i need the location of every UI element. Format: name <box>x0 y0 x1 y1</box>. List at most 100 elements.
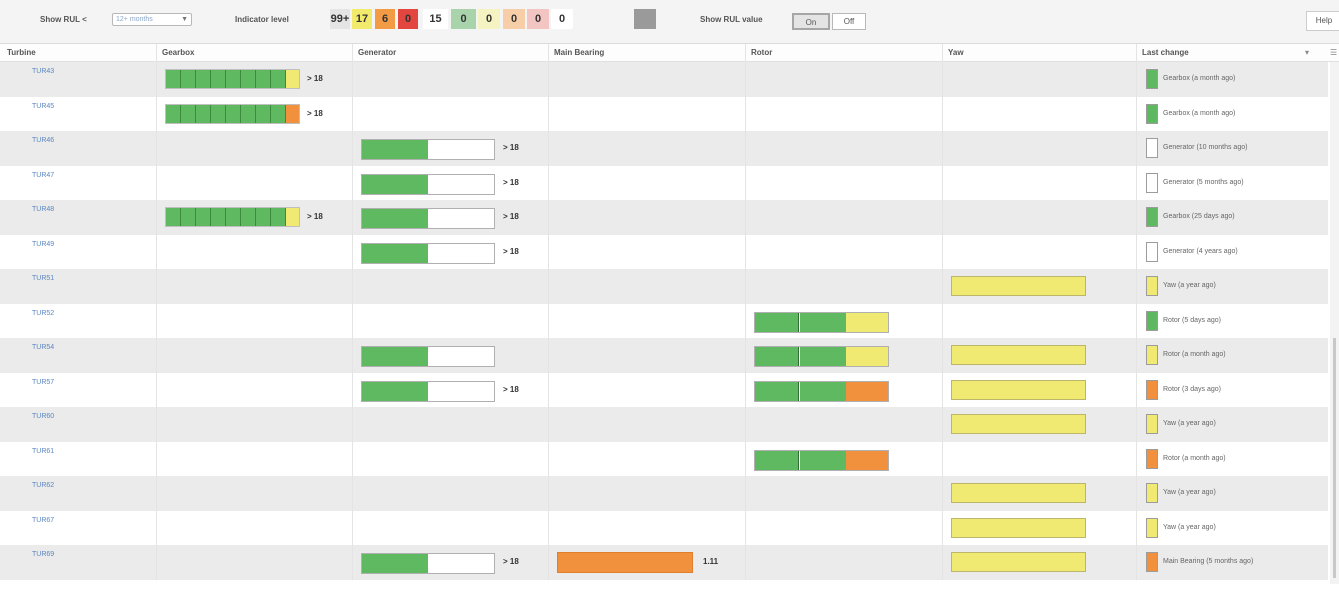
last-change-status-swatch <box>1146 345 1158 365</box>
generator-indicator[interactable] <box>361 173 495 195</box>
last-change-status-swatch <box>1146 103 1158 124</box>
yaw-indicator[interactable] <box>951 345 1086 365</box>
indicator-level-chip[interactable]: 0 <box>527 9 549 29</box>
indicator-level-chip[interactable]: 99+ <box>330 9 350 29</box>
last-change-text: Gearbox (25 days ago) <box>1163 213 1235 220</box>
sort-icon[interactable]: ▾ <box>1305 44 1309 62</box>
last-change-text: Rotor (a month ago) <box>1163 351 1226 358</box>
main-bearing-indicator[interactable] <box>557 552 693 573</box>
indicator-level-label: Indicator level <box>235 15 289 24</box>
rotor-indicator[interactable] <box>754 380 889 402</box>
last-change-status-swatch <box>1146 241 1158 262</box>
gearbox-segment <box>166 70 181 88</box>
indicator-level-chip[interactable]: 17 <box>352 9 372 29</box>
yaw-indicator[interactable] <box>951 414 1086 434</box>
turbine-link[interactable]: TUR48 <box>32 206 54 213</box>
generator-indicator[interactable] <box>361 139 495 160</box>
rul-threshold-select[interactable]: 12+ months ▼ <box>112 13 192 26</box>
indicator-level-chip[interactable]: 0 <box>478 9 500 29</box>
indicator-level-chip[interactable]: 0 <box>398 9 418 29</box>
rul-value-off-toggle[interactable]: Off <box>832 13 866 30</box>
rotor-indicator[interactable] <box>754 346 889 367</box>
main-bearing-rul-value: 1.11 <box>703 557 719 566</box>
gearbox-indicator[interactable] <box>165 103 300 124</box>
column-settings-icon[interactable]: ☰ <box>1330 44 1337 62</box>
yaw-indicator[interactable] <box>951 379 1086 400</box>
last-change-text: Yaw (a year ago) <box>1163 523 1216 531</box>
last-change-text: Main Bearing (5 months ago) <box>1163 558 1254 565</box>
last-change-status-swatch <box>1146 483 1158 503</box>
indicator-level-chip[interactable]: 0 <box>451 9 476 29</box>
turbine-link[interactable]: TUR61 <box>32 448 54 455</box>
generator-indicator-fill <box>362 174 428 194</box>
column-header-generator[interactable]: Generator <box>353 44 396 62</box>
generator-indicator[interactable] <box>361 346 495 367</box>
yaw-indicator[interactable] <box>951 483 1086 503</box>
last-change-text: Yaw (a year ago) <box>1163 489 1216 496</box>
turbine-link[interactable]: TUR47 <box>32 172 54 179</box>
generator-rul-value: > 18 <box>503 177 519 187</box>
table-row: TUR57 > 18 Rotor (3 days ago) <box>0 372 1328 407</box>
column-header-rotor[interactable]: Rotor <box>746 44 772 62</box>
indicator-level-chip[interactable]: 0 <box>503 9 525 29</box>
turbine-link[interactable]: TUR51 <box>32 275 54 282</box>
turbine-link[interactable]: TUR67 <box>32 517 54 524</box>
rotor-segment <box>800 450 846 470</box>
gearbox-rul-value: > 18 <box>307 212 323 221</box>
turbine-link[interactable]: TUR57 <box>32 379 54 386</box>
indicator-level-chip[interactable]: 0 <box>551 9 573 29</box>
scrollbar-thumb[interactable] <box>1333 338 1336 578</box>
rotor-indicator[interactable] <box>754 449 889 471</box>
gearbox-segment <box>181 70 196 88</box>
chevron-down-icon: ▼ <box>181 16 188 23</box>
turbine-link[interactable]: TUR62 <box>32 482 54 489</box>
last-change-text: Generator (10 months ago) <box>1163 144 1248 151</box>
gearbox-indicator[interactable] <box>165 207 300 227</box>
column-divider <box>942 44 943 580</box>
gearbox-segment <box>256 70 271 88</box>
generator-indicator[interactable] <box>361 208 495 229</box>
gearbox-segment <box>196 70 211 88</box>
indicator-level-chip[interactable] <box>634 9 656 29</box>
rotor-indicator[interactable] <box>754 311 889 333</box>
last-change-status-swatch <box>1146 552 1158 572</box>
column-header-yaw[interactable]: Yaw <box>943 44 964 62</box>
column-header-turbine[interactable]: Turbine <box>2 44 36 62</box>
generator-rul-value: > 18 <box>503 212 519 221</box>
last-change-text: Yaw (a year ago) <box>1163 282 1216 289</box>
gearbox-indicator[interactable] <box>165 69 300 89</box>
generator-indicator[interactable] <box>361 242 495 264</box>
yaw-indicator[interactable] <box>951 552 1086 572</box>
help-button[interactable]: Help <box>1306 11 1339 31</box>
table-row: TUR47 > 18 Generator (5 months ago) <box>0 165 1328 200</box>
turbine-link[interactable]: TUR52 <box>32 310 54 317</box>
column-header-main-bearing[interactable]: Main Bearing <box>549 44 604 62</box>
turbine-link[interactable]: TUR49 <box>32 241 54 248</box>
yaw-indicator[interactable] <box>951 276 1086 296</box>
generator-indicator[interactable] <box>361 553 495 574</box>
turbine-link[interactable]: TUR46 <box>32 137 54 144</box>
column-header-gearbox[interactable]: Gearbox <box>157 44 194 62</box>
turbine-link[interactable]: TUR45 <box>32 103 54 110</box>
turbine-link[interactable]: TUR43 <box>32 68 54 75</box>
generator-indicator[interactable] <box>361 380 495 402</box>
turbine-link[interactable]: TUR54 <box>32 344 54 351</box>
gearbox-segment <box>226 208 241 226</box>
yaw-indicator[interactable] <box>951 517 1086 538</box>
last-change-status-swatch <box>1146 276 1158 296</box>
column-header-last-change[interactable]: Last change <box>1137 44 1189 62</box>
gearbox-segment <box>226 104 241 123</box>
indicator-level-chip[interactable]: 15 <box>423 9 448 29</box>
generator-indicator-fill <box>362 140 428 159</box>
rul-value-on-toggle[interactable]: On <box>792 13 830 30</box>
turbine-link[interactable]: TUR69 <box>32 551 54 558</box>
generator-rul-value: > 18 <box>503 384 519 394</box>
indicator-level-chip[interactable]: 6 <box>375 9 395 29</box>
gearbox-segment <box>211 104 226 123</box>
turbine-link[interactable]: TUR60 <box>32 413 54 420</box>
gearbox-segment <box>241 70 256 88</box>
rotor-segment <box>800 312 846 332</box>
gearbox-rul-value: > 18 <box>307 74 323 83</box>
column-divider <box>1136 44 1137 580</box>
last-change-status-swatch <box>1146 172 1158 193</box>
